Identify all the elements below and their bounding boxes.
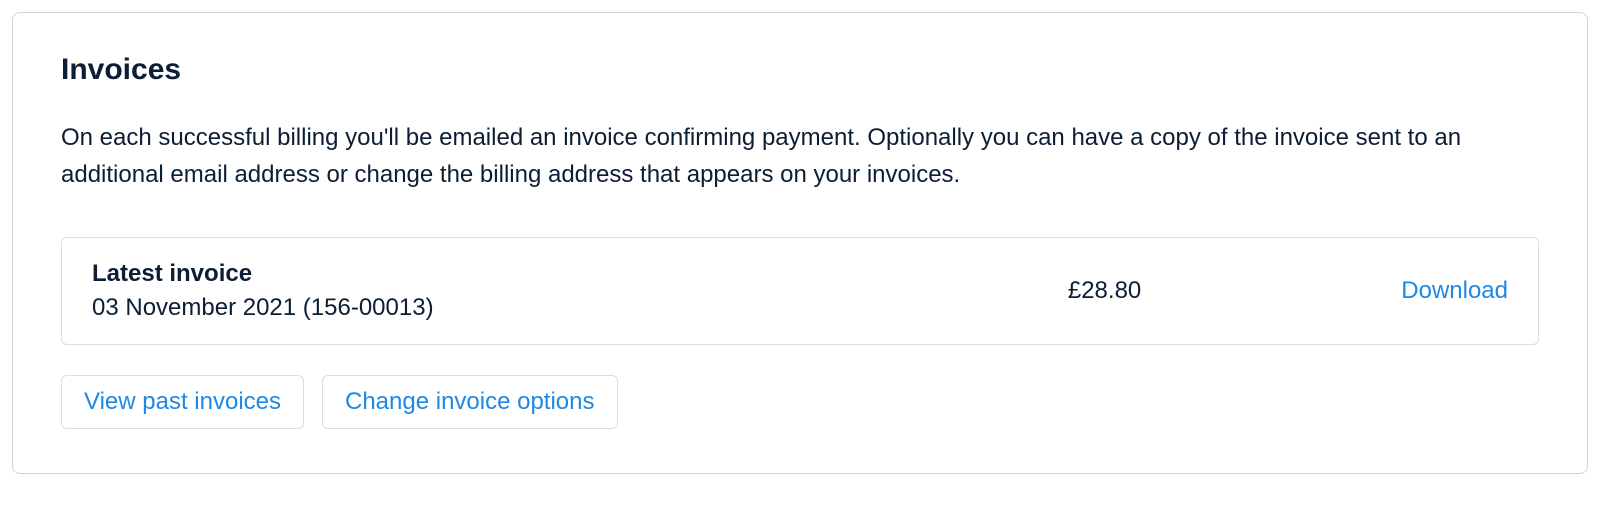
section-title: Invoices <box>61 53 1539 87</box>
latest-invoice-heading: Latest invoice <box>92 260 434 288</box>
invoices-card: Invoices On each successful billing you'… <box>12 12 1588 474</box>
latest-invoice-info: Latest invoice 03 November 2021 (156-000… <box>92 260 434 322</box>
invoice-actions: View past invoices Change invoice option… <box>61 375 1539 429</box>
latest-invoice-amount: £28.80 <box>1068 277 1401 305</box>
view-past-invoices-button[interactable]: View past invoices <box>61 375 304 429</box>
latest-invoice-box: Latest invoice 03 November 2021 (156-000… <box>61 237 1539 345</box>
download-link[interactable]: Download <box>1401 277 1508 305</box>
latest-invoice-date: 03 November 2021 (156-00013) <box>92 294 434 322</box>
section-description: On each successful billing you'll be ema… <box>61 119 1539 193</box>
change-invoice-options-button[interactable]: Change invoice options <box>322 375 618 429</box>
